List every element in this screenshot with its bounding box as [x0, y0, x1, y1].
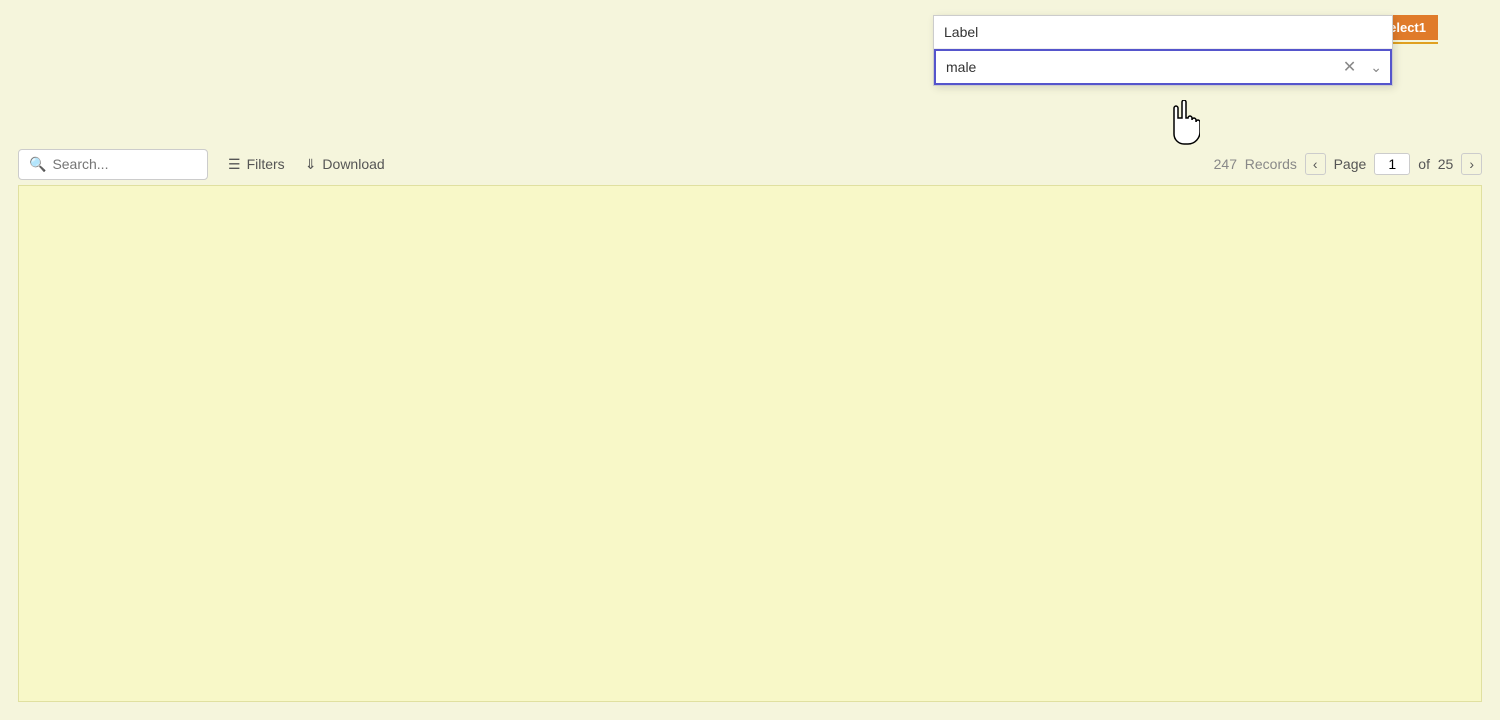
download-button[interactable]: ⇓ Download	[305, 156, 385, 173]
filters-icon: ☰	[228, 156, 241, 173]
dropdown-label: Label	[934, 16, 1392, 49]
records-count: 247 Records	[1214, 156, 1297, 172]
search-input[interactable]	[52, 156, 197, 172]
dropdown-chevron-icon[interactable]: ⌄	[1362, 59, 1390, 76]
next-page-button[interactable]: ›	[1461, 153, 1482, 175]
search-icon: 🔍	[29, 156, 46, 173]
cursor-icon	[1170, 100, 1200, 140]
download-icon: ⇓	[305, 156, 317, 173]
search-box: 🔍	[18, 149, 208, 180]
of-word: of	[1418, 156, 1430, 172]
dropdown-clear-icon[interactable]: ✕	[1337, 57, 1362, 77]
filters-label: Filters	[247, 156, 285, 172]
of-label: of 25	[1418, 156, 1453, 172]
total-pages: 25	[1438, 156, 1454, 172]
dropdown-panel: Label ✕ ⌄	[933, 15, 1393, 86]
records-count-unit: Records	[1245, 156, 1297, 172]
page-input[interactable]	[1374, 153, 1410, 175]
page-label: Page	[1334, 156, 1367, 172]
records-count-number: 247	[1214, 156, 1237, 172]
filters-button[interactable]: ☰ Filters	[228, 156, 285, 173]
dropdown-input-row: ✕ ⌄	[934, 49, 1392, 85]
download-label: Download	[322, 156, 384, 172]
main-content	[18, 185, 1482, 702]
toolbar-right: 247 Records ‹ Page of 25 ›	[1214, 153, 1482, 175]
prev-page-button[interactable]: ‹	[1305, 153, 1326, 175]
dropdown-input[interactable]	[936, 51, 1337, 83]
toolbar: 🔍 ☰ Filters ⇓ Download 247 Records ‹ Pag…	[18, 145, 1482, 183]
toolbar-left: 🔍 ☰ Filters ⇓ Download	[18, 149, 385, 180]
